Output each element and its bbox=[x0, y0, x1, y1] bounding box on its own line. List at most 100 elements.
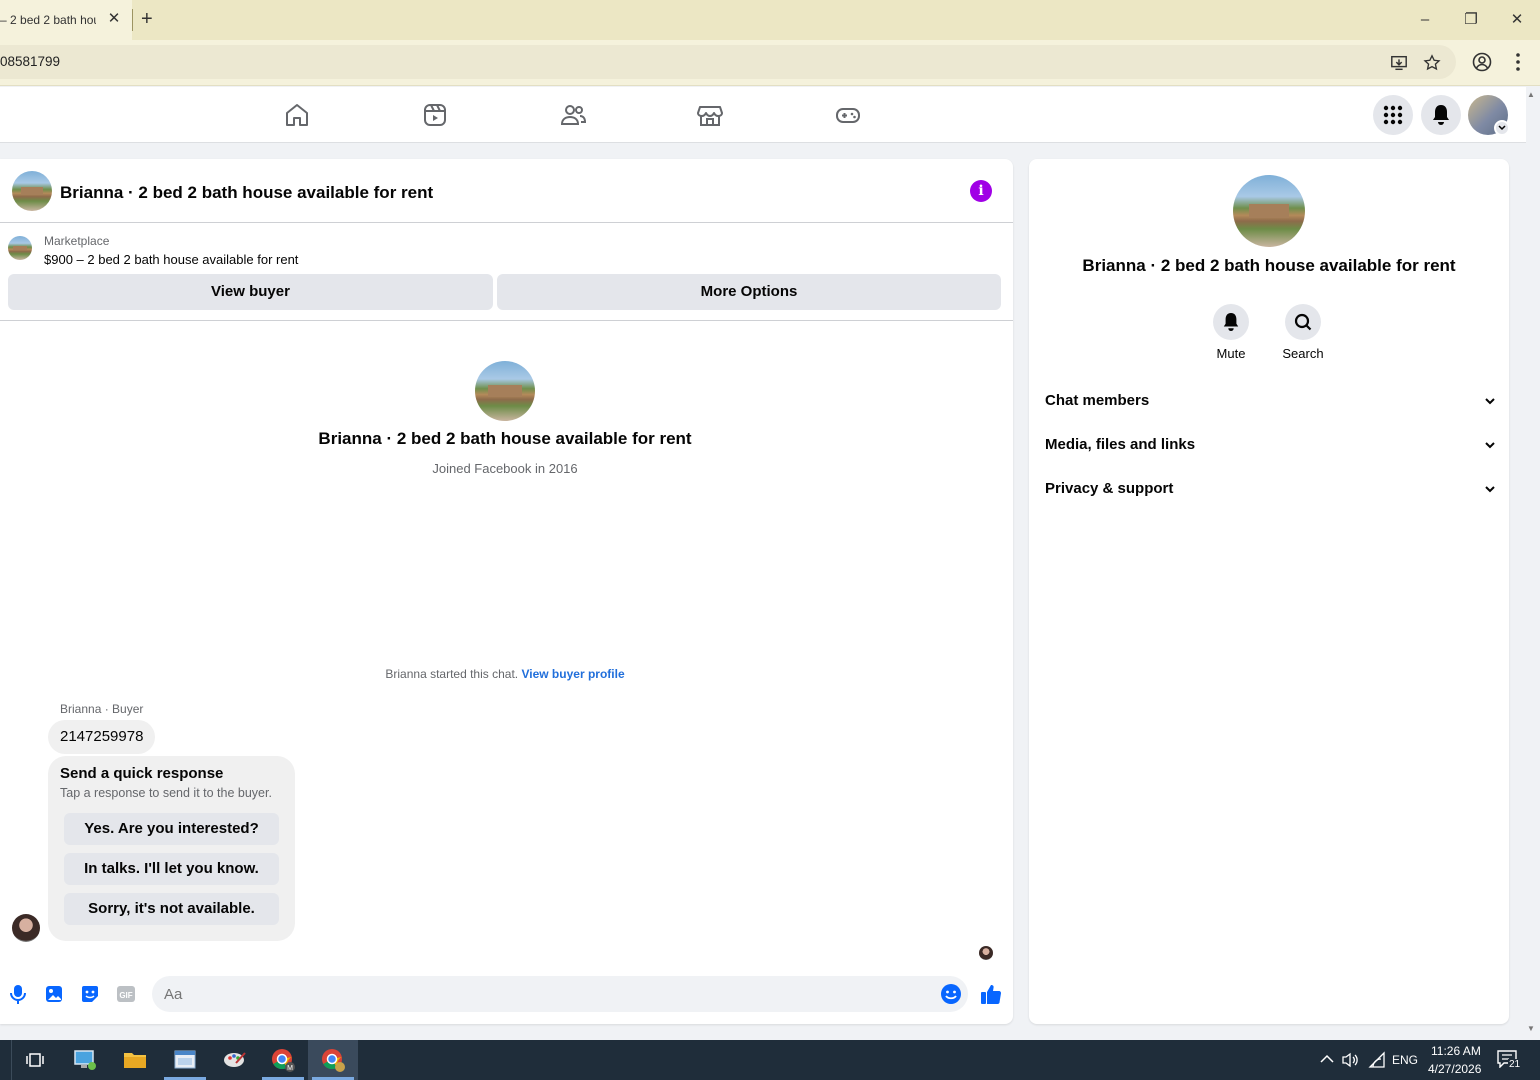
account-chevron-icon[interactable] bbox=[1494, 120, 1510, 136]
gaming-icon[interactable] bbox=[834, 101, 862, 129]
sender-label: Brianna · Buyer bbox=[60, 702, 144, 716]
bookmark-star-icon[interactable] bbox=[1423, 54, 1441, 72]
chat-started-text: Brianna started this chat. bbox=[385, 667, 519, 681]
listing-photo[interactable] bbox=[12, 171, 52, 211]
scroll-up-arrow-icon[interactable]: ▲ bbox=[1527, 90, 1535, 99]
new-tab-button[interactable]: + bbox=[141, 9, 153, 29]
privacy-support-label: Privacy & support bbox=[1045, 480, 1174, 497]
marketplace-label: Marketplace bbox=[44, 234, 110, 248]
notification-center-button[interactable]: 21 bbox=[1497, 1050, 1523, 1072]
privacy-support-section[interactable]: Privacy & support bbox=[1045, 467, 1495, 511]
message-input[interactable] bbox=[152, 976, 968, 1012]
tab-separator bbox=[132, 9, 133, 31]
taskbar-app-paint[interactable] bbox=[210, 1040, 260, 1080]
quick-response-in-talks[interactable]: In talks. I'll let you know. bbox=[64, 853, 279, 885]
quick-response-title: Send a quick response bbox=[60, 765, 224, 782]
url-text[interactable]: 08581799 bbox=[0, 54, 60, 69]
minimize-button[interactable]: – bbox=[1412, 8, 1438, 32]
details-name: Brianna · 2 bed 2 bath house available f… bbox=[1082, 256, 1456, 275]
taskbar-app-file-explorer[interactable] bbox=[110, 1040, 160, 1080]
conversation-details-panel: Brianna · 2 bed 2 bath house available f… bbox=[1029, 159, 1509, 1024]
address-bar-row: 08581799 bbox=[0, 40, 1540, 86]
close-window-button[interactable]: ✕ bbox=[1504, 8, 1530, 32]
quick-response-subtitle: Tap a response to send it to the buyer. bbox=[60, 786, 272, 800]
message-bubble[interactable]: 2147259978 bbox=[48, 720, 156, 754]
scroll-down-arrow-icon[interactable]: ▼ bbox=[1527, 1024, 1535, 1033]
chat-started-notice: Brianna started this chat. View buyer pr… bbox=[0, 667, 1010, 681]
chat-panel: Brianna · 2 bed 2 bath house available f… bbox=[0, 159, 1013, 1024]
profile-icon[interactable] bbox=[1471, 51, 1493, 73]
listing-title[interactable]: $900 – 2 bed 2 bath house available for … bbox=[44, 252, 298, 267]
browser-tabstrip: – 2 bed 2 bath hou ✕ + – ❐ ✕ bbox=[0, 0, 1540, 40]
media-files-links-section[interactable]: Media, files and links bbox=[1045, 423, 1495, 467]
details-photo[interactable] bbox=[1233, 175, 1305, 247]
home-icon[interactable] bbox=[283, 101, 311, 129]
chevron-down-icon bbox=[1485, 467, 1495, 511]
chrome-icon: M bbox=[272, 1049, 295, 1072]
clock-time[interactable]: 11:26 AM bbox=[1431, 1044, 1481, 1058]
gif-icon[interactable]: GIF bbox=[115, 983, 137, 1005]
svg-text:M: M bbox=[287, 1065, 293, 1072]
chevron-down-icon bbox=[1485, 423, 1495, 467]
mute-button[interactable]: Mute bbox=[1201, 304, 1261, 361]
friends-icon[interactable] bbox=[559, 101, 587, 129]
chat-members-label: Chat members bbox=[1045, 392, 1150, 409]
language-indicator[interactable]: ENG bbox=[1392, 1053, 1418, 1067]
paint-palette-icon bbox=[224, 1052, 246, 1067]
volume-icon[interactable] bbox=[1341, 1051, 1359, 1069]
taskbar-app-chrome[interactable] bbox=[308, 1040, 358, 1080]
microphone-icon[interactable] bbox=[7, 983, 29, 1005]
browser-tab[interactable]: – 2 bed 2 bath hou ✕ bbox=[0, 0, 132, 40]
clock-date[interactable]: 4/27/2026 bbox=[1428, 1062, 1481, 1076]
intro-joined: Joined Facebook in 2016 bbox=[432, 461, 578, 476]
chevron-up-icon[interactable] bbox=[1320, 1054, 1334, 1064]
divider bbox=[0, 320, 1013, 321]
sticker-icon[interactable] bbox=[79, 983, 101, 1005]
menu-grid-button[interactable] bbox=[1373, 95, 1413, 135]
info-icon[interactable]: i bbox=[970, 180, 992, 202]
more-options-button[interactable]: More Options bbox=[497, 274, 1001, 310]
notifications-button[interactable] bbox=[1421, 95, 1461, 135]
windows-taskbar: M ENG 11:26 AM 4/27/2026 21 bbox=[0, 1040, 1540, 1080]
quick-response-yes[interactable]: Yes. Are you interested? bbox=[64, 813, 279, 845]
omnibox[interactable]: 08581799 bbox=[0, 45, 1456, 79]
chevron-down-icon bbox=[1485, 379, 1495, 423]
marketplace-icon[interactable] bbox=[696, 101, 724, 129]
view-buyer-profile-link[interactable]: View buyer profile bbox=[521, 667, 624, 681]
task-view-button[interactable] bbox=[10, 1040, 60, 1080]
facebook-top-nav bbox=[0, 87, 1526, 143]
search-icon bbox=[1294, 313, 1312, 331]
chat-members-section[interactable]: Chat members bbox=[1045, 379, 1495, 423]
mute-bell-icon bbox=[1223, 313, 1239, 331]
intro-name: Brianna · 2 bed 2 bath house available f… bbox=[318, 429, 692, 448]
taskbar-app-computer[interactable] bbox=[60, 1040, 110, 1080]
install-app-icon[interactable] bbox=[1390, 54, 1408, 72]
taskbar-app-remote-desktop[interactable] bbox=[160, 1040, 210, 1080]
quick-response-not-available[interactable]: Sorry, it's not available. bbox=[64, 893, 279, 925]
computer-app-icon bbox=[74, 1050, 96, 1070]
restore-button[interactable]: ❐ bbox=[1458, 8, 1484, 32]
view-buyer-button[interactable]: View buyer bbox=[8, 274, 493, 310]
taskbar-app-chrome-profile[interactable]: M bbox=[258, 1040, 308, 1080]
thumbs-up-icon[interactable] bbox=[980, 983, 1002, 1005]
listing-thumbnail[interactable] bbox=[8, 236, 32, 260]
folder-icon bbox=[124, 1053, 146, 1068]
network-icon[interactable] bbox=[1368, 1051, 1386, 1069]
quick-response-card: Send a quick response Tap a response to … bbox=[48, 756, 295, 941]
buyer-avatar[interactable] bbox=[12, 914, 40, 942]
remote-window-icon bbox=[174, 1050, 196, 1069]
intro-photo[interactable] bbox=[475, 361, 535, 421]
photo-icon[interactable] bbox=[43, 983, 65, 1005]
mute-label: Mute bbox=[1216, 346, 1246, 361]
task-view-icon bbox=[26, 1053, 44, 1067]
video-icon[interactable] bbox=[421, 101, 449, 129]
chat-title[interactable]: Brianna · 2 bed 2 bath house available f… bbox=[60, 183, 433, 203]
chat-header: Brianna · 2 bed 2 bath house available f… bbox=[0, 159, 1013, 223]
browser-menu-icon[interactable] bbox=[1507, 51, 1529, 73]
emoji-icon[interactable] bbox=[940, 983, 962, 1005]
chrome-icon bbox=[322, 1049, 345, 1072]
tab-close-icon[interactable]: ✕ bbox=[106, 11, 122, 27]
search-label: Search bbox=[1282, 346, 1324, 361]
seen-indicator-avatar bbox=[979, 946, 993, 960]
search-button[interactable]: Search bbox=[1273, 304, 1333, 361]
